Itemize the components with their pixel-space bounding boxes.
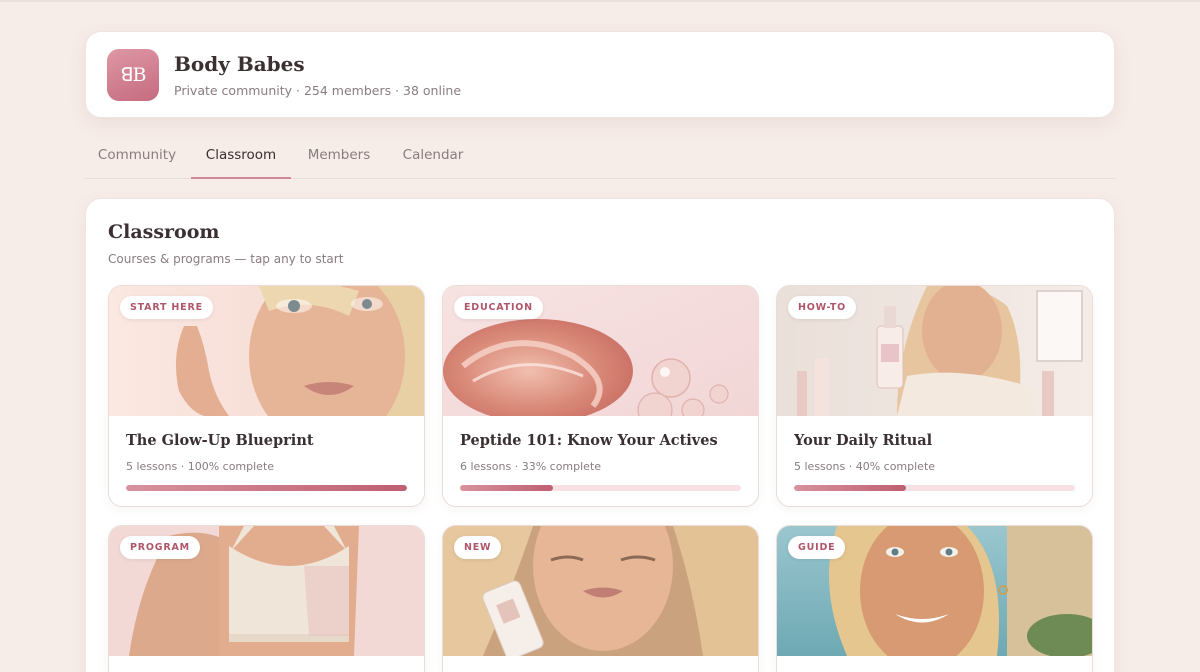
course-title[interactable]: Peptide 101: Know Your Actives: [460, 432, 718, 449]
community-name[interactable]: Body Babes: [174, 52, 305, 76]
top-divider: [0, 0, 1200, 2]
course-progress: [794, 485, 1075, 491]
course-card[interactable]: EDUCATION Peptide 101: Know Your Actives…: [442, 285, 759, 507]
course-card[interactable]: NEW: [442, 525, 759, 672]
serum-swirl-icon: EDUCATION: [443, 286, 758, 416]
course-progress: [460, 485, 741, 491]
course-title[interactable]: Your Daily Ritual: [794, 432, 932, 449]
course-progress-fill: [460, 485, 553, 491]
fitness-torso-icon: PROGRAM: [109, 526, 424, 656]
community-logo[interactable]: ꓭB: [107, 49, 159, 101]
tab-calendar[interactable]: Calendar: [387, 137, 479, 179]
classroom-panel: Classroom Courses & programs — tap any t…: [85, 198, 1115, 672]
community-header: ꓭB Body Babes Private community · 254 me…: [85, 31, 1115, 118]
page-subtitle: Courses & programs — tap any to start: [108, 252, 344, 266]
portrait-face-icon: START HERE: [109, 286, 424, 416]
course-title[interactable]: The Glow-Up Blueprint: [126, 432, 314, 449]
course-meta: 5 lessons · 40% complete: [794, 460, 936, 473]
course-progress-fill: [794, 485, 907, 491]
course-meta: 5 lessons · 100% complete: [126, 460, 275, 473]
serum-bottle-portrait-icon: HOW-TO: [777, 286, 1092, 416]
course-progress: [126, 485, 407, 491]
tab-members[interactable]: Members: [293, 137, 385, 179]
tab-community[interactable]: Community: [85, 137, 189, 179]
community-meta: Private community · 254 members · 38 onl…: [174, 83, 462, 98]
course-badge: GUIDE: [788, 536, 846, 559]
course-badge: EDUCATION: [454, 296, 543, 319]
course-card[interactable]: START HERE The Glow-Up Blueprint 5 lesso…: [108, 285, 425, 507]
course-badge: HOW-TO: [788, 296, 856, 319]
course-badge: NEW: [454, 536, 502, 559]
course-meta: 6 lessons · 33% complete: [460, 460, 602, 473]
nav-tabs: Community Classroom Members Calendar: [85, 137, 1115, 179]
course-card[interactable]: PROGRAM: [108, 525, 425, 672]
page-title: Classroom: [108, 221, 220, 243]
beach-portrait-icon: GUIDE: [777, 526, 1092, 656]
course-card[interactable]: HOW-TO Your Daily Ritual 5 lessons · 40%…: [776, 285, 1093, 507]
product-portrait-icon: NEW: [443, 526, 758, 656]
course-badge: PROGRAM: [120, 536, 200, 559]
tab-classroom[interactable]: Classroom: [191, 137, 291, 179]
course-card[interactable]: GUIDE: [776, 525, 1093, 672]
course-badge: START HERE: [120, 296, 213, 319]
course-progress-fill: [126, 485, 407, 491]
